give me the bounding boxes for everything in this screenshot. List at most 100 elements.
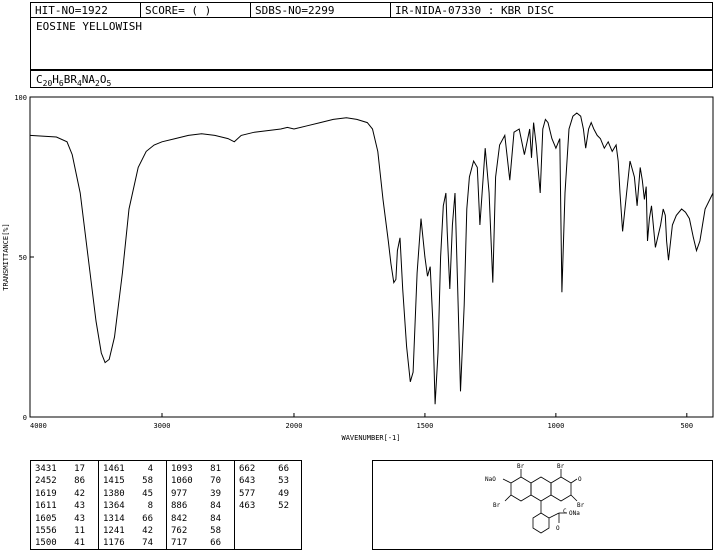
peak-row: 2452 86	[35, 475, 95, 487]
x-tick-label: 1000	[547, 422, 564, 430]
peak-transmittance: 58	[210, 525, 221, 536]
structure-label: Br	[577, 502, 585, 509]
peak-row: 463 52	[239, 500, 298, 512]
x-tick-label: 4000	[30, 422, 47, 430]
peak-wavenumber: 717	[171, 538, 188, 549]
peak-row: 1314 66	[103, 513, 163, 525]
structure-label: NaO	[485, 476, 496, 483]
peak-wavenumber: 463	[239, 501, 256, 512]
peak-transmittance: 86	[74, 476, 85, 487]
peak-row: 842 84	[171, 513, 231, 525]
peak-row: 1380 45	[103, 488, 163, 500]
peak-row: 977 39	[171, 488, 231, 500]
peak-column: 1461 4 1415 58 1380 45 1364 8 1314 66 1241 42 1176 74	[99, 461, 167, 549]
peak-row: 1093 81	[171, 463, 231, 475]
structure-box: NaO Br Br O Br Br C ONa O	[372, 460, 713, 550]
peak-transmittance: 17	[74, 464, 85, 474]
peak-transmittance: 53	[278, 476, 289, 487]
peak-transmittance: 84	[210, 513, 221, 524]
peak-transmittance: 42	[74, 488, 85, 499]
peak-row: 1060 70	[171, 475, 231, 487]
peak-wavenumber: 1093	[171, 464, 193, 474]
peak-transmittance: 74	[142, 538, 153, 549]
peak-transmittance: 49	[278, 488, 289, 499]
structure-label: ONa	[569, 510, 580, 517]
x-tick-label: 500	[680, 422, 693, 430]
peak-row: 762 58	[171, 525, 231, 537]
peak-wavenumber: 2452	[35, 476, 57, 487]
structure-label: O	[556, 525, 560, 532]
structure-label: Br	[557, 463, 565, 470]
y-tick-label: 100	[14, 94, 27, 102]
peak-wavenumber: 1314	[103, 513, 125, 524]
peak-wavenumber: 762	[171, 525, 188, 536]
peak-wavenumber: 1415	[103, 476, 125, 487]
peak-transmittance: 42	[142, 525, 153, 536]
peak-row: 886 84	[171, 500, 231, 512]
peak-wavenumber: 842	[171, 513, 188, 524]
peak-transmittance: 84	[210, 501, 221, 512]
y-axis-label: TRANSMITTANCE[%]	[2, 223, 10, 290]
peak-row: 1619 42	[35, 488, 95, 500]
x-tick-label: 1500	[416, 422, 433, 430]
peak-wavenumber: 1500	[35, 538, 57, 549]
peak-row: 1605 43	[35, 513, 95, 525]
peak-row: 1500 41	[35, 537, 95, 549]
peak-wavenumber: 1380	[103, 488, 125, 499]
peak-transmittance: 70	[210, 476, 221, 487]
peak-row: 717 66	[171, 537, 231, 549]
peak-transmittance: 39	[210, 488, 221, 499]
peak-transmittance: 66	[278, 464, 289, 474]
peak-wavenumber: 977	[171, 488, 188, 499]
peak-row: 1461 4	[103, 463, 163, 475]
peak-transmittance: 45	[142, 488, 153, 499]
peak-transmittance: 43	[74, 501, 85, 512]
peak-wavenumber: 1605	[35, 513, 57, 524]
peak-row: 1415 58	[103, 475, 163, 487]
molecule-structure-drawing: NaO Br Br O Br Br C ONa O	[485, 463, 585, 534]
peak-transmittance: 43	[74, 513, 85, 524]
peak-row: 662 66	[239, 463, 298, 475]
x-tick-label: 3000	[154, 422, 171, 430]
peak-row: 643 53	[239, 475, 298, 487]
structure-label: Br	[493, 502, 501, 509]
peak-transmittance: 66	[142, 513, 153, 524]
peak-transmittance: 81	[210, 464, 221, 474]
peak-wavenumber: 643	[239, 476, 256, 487]
structure-label: C	[563, 508, 567, 515]
peak-column: 3431 17 2452 86 1619 42 1611 43 1605 43 1556 11 1500…	[31, 461, 99, 549]
peak-table: 3431 17 2452 86 1619 42 1611 43 1605 43 1556 11 1500…	[30, 460, 302, 550]
y-tick-label: 0	[23, 414, 27, 422]
peak-wavenumber: 1556	[35, 525, 57, 536]
structure-label: Br	[517, 463, 525, 470]
peak-transmittance: 52	[278, 501, 289, 512]
peak-transmittance: 41	[74, 538, 85, 549]
ir-spectrum-chart: 0 50 100 4000 3000 2000 1500 1000 500 WAVENUMBE…	[2, 94, 714, 442]
x-tick-label: 2000	[286, 422, 303, 430]
peak-wavenumber: 886	[171, 501, 188, 512]
peak-transmittance: 58	[142, 476, 153, 487]
peak-transmittance: 11	[74, 525, 85, 536]
peak-wavenumber: 577	[239, 488, 256, 499]
peak-row: 1241 42	[103, 525, 163, 537]
y-tick-label: 50	[19, 254, 27, 262]
peak-wavenumber: 1461	[103, 464, 125, 474]
structure-label: O	[578, 476, 582, 483]
peak-wavenumber: 1060	[171, 476, 193, 487]
peak-wavenumber: 1619	[35, 488, 57, 499]
peak-row: 3431 17	[35, 463, 95, 475]
peak-row: 1176 74	[103, 537, 163, 549]
peak-wavenumber: 662	[239, 464, 256, 474]
peak-transmittance: 66	[210, 538, 221, 549]
spectrum-line	[29, 112, 714, 405]
peak-wavenumber: 1241	[103, 525, 125, 536]
peak-wavenumber: 1176	[103, 538, 125, 549]
structure-bonds	[502, 469, 578, 534]
peak-transmittance: 8	[147, 501, 153, 512]
peak-column: 662 66 643 53 577 49 463 52	[235, 461, 301, 549]
x-axis-label: WAVENUMBER[-1]	[341, 434, 400, 442]
peak-wavenumber: 3431	[35, 464, 57, 474]
peak-transmittance: 4	[147, 464, 153, 474]
peak-column: 1093 81 1060 70 977 39 886 84 842 84 762 58 717 66	[167, 461, 235, 549]
peak-wavenumber: 1611	[35, 501, 57, 512]
